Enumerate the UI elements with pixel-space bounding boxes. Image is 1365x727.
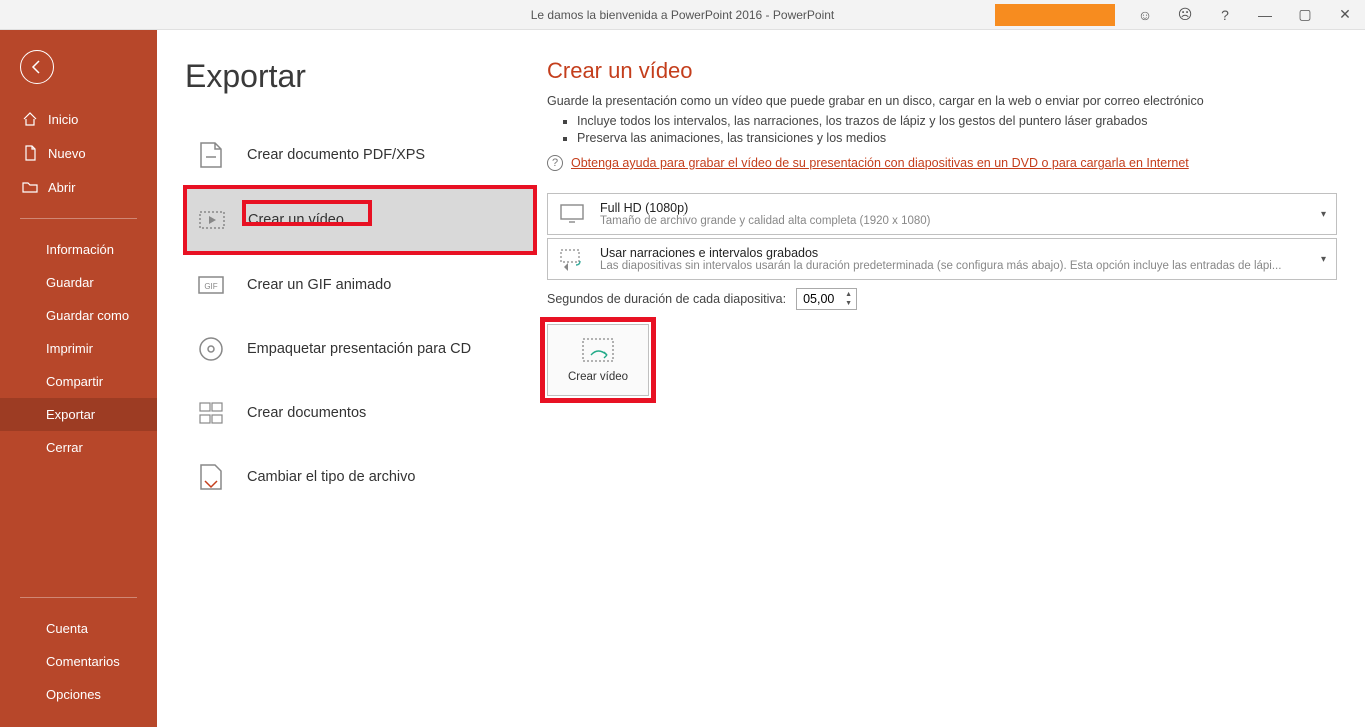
folder-open-icon bbox=[22, 179, 38, 195]
pdf-icon bbox=[195, 139, 227, 171]
chevron-down-icon: ▾ bbox=[1321, 254, 1326, 265]
titlebar: Le damos la bienvenida a PowerPoint 2016… bbox=[0, 0, 1365, 30]
page-title: Exportar bbox=[185, 58, 535, 95]
sidebar-item-imprimir[interactable]: Imprimir bbox=[0, 332, 157, 365]
sidebar-divider bbox=[20, 218, 137, 219]
sidebar-item-label: Guardar como bbox=[46, 308, 129, 323]
export-option-cd[interactable]: Empaquetar presentación para CD bbox=[185, 317, 535, 381]
detail-bullet: Preserva las animaciones, las transicion… bbox=[577, 131, 1337, 145]
sidebar-item-guardar-como[interactable]: Guardar como bbox=[0, 299, 157, 332]
sidebar-item-nuevo[interactable]: Nuevo bbox=[0, 136, 157, 170]
export-option-video[interactable]: Crear un vídeo bbox=[185, 187, 535, 253]
document-icon bbox=[22, 145, 38, 161]
sidebar-item-label: Imprimir bbox=[46, 341, 93, 356]
handouts-icon bbox=[195, 397, 227, 429]
sidebar-item-label: Nuevo bbox=[48, 146, 86, 161]
gif-icon: GIF bbox=[195, 269, 227, 301]
sidebar-item-label: Guardar bbox=[46, 275, 94, 290]
duration-label: Segundos de duración de cada diapositiva… bbox=[547, 292, 786, 306]
video-quality-dropdown[interactable]: Full HD (1080p) Tamaño de archivo grande… bbox=[547, 193, 1337, 235]
home-icon bbox=[22, 111, 38, 127]
narration-icon bbox=[558, 245, 586, 273]
create-video-button[interactable]: Crear vídeo bbox=[547, 324, 649, 396]
help-icon[interactable]: ? bbox=[1205, 0, 1245, 30]
export-option-label: Crear un vídeo bbox=[248, 212, 344, 228]
sidebar-item-cerrar[interactable]: Cerrar bbox=[0, 431, 157, 464]
spinner-down-button[interactable]: ▼ bbox=[841, 299, 856, 308]
sidebar-item-label: Cerrar bbox=[46, 440, 83, 455]
account-badge[interactable] bbox=[995, 4, 1115, 26]
sidebar-item-cuenta[interactable]: Cuenta bbox=[0, 612, 157, 645]
monitor-icon bbox=[558, 200, 586, 228]
create-video-highlight: Crear vídeo bbox=[547, 324, 649, 396]
film-strip-icon bbox=[581, 337, 615, 363]
dropdown-sub-label: Tamaño de archivo grande y calidad alta … bbox=[600, 215, 1290, 227]
chevron-down-icon: ▾ bbox=[1321, 209, 1326, 220]
sidebar-item-comentarios[interactable]: Comentarios bbox=[0, 645, 157, 678]
sidebar-item-label: Abrir bbox=[48, 180, 75, 195]
sidebar-item-inicio[interactable]: Inicio bbox=[0, 102, 157, 136]
detail-bullet: Incluye todos los intervalos, las narrac… bbox=[577, 114, 1337, 128]
arrow-left-icon bbox=[29, 59, 45, 75]
sidebar-item-label: Cuenta bbox=[46, 621, 88, 636]
detail-description: Guarde la presentación como un vídeo que… bbox=[547, 94, 1337, 108]
sidebar-item-compartir[interactable]: Compartir bbox=[0, 365, 157, 398]
create-video-label: Crear vídeo bbox=[568, 371, 628, 383]
dropdown-main-label: Usar narraciones e intervalos grabados bbox=[600, 246, 1321, 260]
minimize-button[interactable]: — bbox=[1245, 0, 1285, 30]
sidebar-item-informacion[interactable]: Información bbox=[0, 233, 157, 266]
spinner-up-button[interactable]: ▲ bbox=[841, 290, 856, 299]
export-option-label: Crear documentos bbox=[247, 405, 366, 421]
face-sad-icon[interactable]: ☹ bbox=[1165, 0, 1205, 30]
duration-spinner[interactable]: ▲ ▼ bbox=[796, 288, 857, 310]
titlebar-controls: ☺ ☹ ? — ▢ ✕ bbox=[995, 0, 1365, 29]
window-title: Le damos la bienvenida a PowerPoint 2016… bbox=[531, 8, 835, 22]
detail-bullets: Incluye todos los intervalos, las narrac… bbox=[577, 114, 1337, 145]
sidebar-item-opciones[interactable]: Opciones bbox=[0, 678, 157, 711]
backstage-sidebar: Inicio Nuevo Abrir Información Guardar G… bbox=[0, 30, 157, 727]
duration-row: Segundos de duración de cada diapositiva… bbox=[547, 288, 1337, 310]
sidebar-divider bbox=[20, 597, 137, 598]
export-option-pdf-xps[interactable]: Crear documento PDF/XPS bbox=[185, 123, 535, 187]
export-option-docs[interactable]: Crear documentos bbox=[185, 381, 535, 445]
export-option-label: Empaquetar presentación para CD bbox=[247, 341, 471, 357]
question-circle-icon: ? bbox=[547, 155, 563, 171]
export-option-gif[interactable]: GIF Crear un GIF animado bbox=[185, 253, 535, 317]
back-button[interactable] bbox=[20, 50, 54, 84]
content-area: Exportar Crear documento PDF/XPS Crear u… bbox=[157, 30, 1365, 727]
sidebar-item-label: Compartir bbox=[46, 374, 103, 389]
close-button[interactable]: ✕ bbox=[1325, 0, 1365, 30]
help-link[interactable]: Obtenga ayuda para grabar el vídeo de su… bbox=[571, 156, 1189, 170]
dropdown-sub-label: Las diapositivas sin intervalos usarán l… bbox=[600, 260, 1290, 272]
sidebar-item-label: Exportar bbox=[46, 407, 95, 422]
dropdown-main-label: Full HD (1080p) bbox=[600, 201, 1321, 215]
export-options-column: Exportar Crear documento PDF/XPS Crear u… bbox=[185, 58, 535, 727]
face-smile-icon[interactable]: ☺ bbox=[1125, 0, 1165, 30]
export-option-label: Crear documento PDF/XPS bbox=[247, 147, 425, 163]
sidebar-item-label: Información bbox=[46, 242, 114, 257]
video-icon bbox=[196, 204, 228, 236]
sidebar-item-guardar[interactable]: Guardar bbox=[0, 266, 157, 299]
export-option-label: Cambiar el tipo de archivo bbox=[247, 469, 415, 485]
sidebar-item-abrir[interactable]: Abrir bbox=[0, 170, 157, 204]
sidebar-item-exportar[interactable]: Exportar bbox=[0, 398, 157, 431]
change-filetype-icon bbox=[195, 461, 227, 493]
svg-text:GIF: GIF bbox=[204, 282, 217, 291]
cd-icon bbox=[195, 333, 227, 365]
export-option-filetype[interactable]: Cambiar el tipo de archivo bbox=[185, 445, 535, 509]
export-detail-column: Crear un vídeo Guarde la presentación co… bbox=[535, 58, 1365, 727]
sidebar-item-label: Inicio bbox=[48, 112, 78, 127]
help-line: ? Obtenga ayuda para grabar el vídeo de … bbox=[547, 155, 1337, 171]
export-option-label: Crear un GIF animado bbox=[247, 277, 391, 293]
narration-dropdown[interactable]: Usar narraciones e intervalos grabados L… bbox=[547, 238, 1337, 280]
detail-title: Crear un vídeo bbox=[547, 58, 1337, 84]
sidebar-item-label: Comentarios bbox=[46, 654, 120, 669]
maximize-button[interactable]: ▢ bbox=[1285, 0, 1325, 30]
sidebar-item-label: Opciones bbox=[46, 687, 101, 702]
duration-input[interactable] bbox=[797, 289, 841, 309]
